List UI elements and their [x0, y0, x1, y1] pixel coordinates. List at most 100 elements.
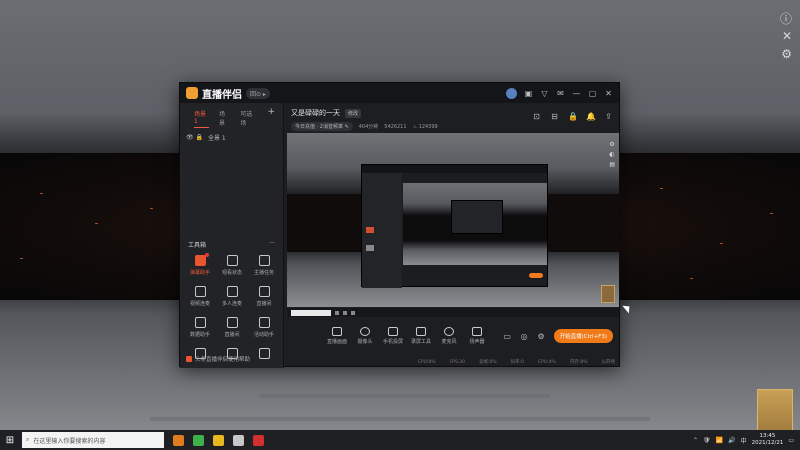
camera-thumbnail[interactable] — [601, 285, 615, 303]
bell-icon[interactable]: 🔔 — [586, 112, 596, 121]
taskbar-app[interactable] — [249, 430, 268, 450]
taskbar-app[interactable] — [229, 430, 248, 450]
toolbox-item[interactable]: 主播任务 — [248, 255, 280, 276]
toolbox-item[interactable]: 弹幕助手 — [184, 253, 216, 276]
shield-icon[interactable]: 🛡 — [703, 437, 711, 444]
taskbar-app[interactable] — [209, 430, 228, 450]
nested-title-bar — [362, 165, 547, 173]
screen-icon[interactable]: ▣ — [524, 89, 533, 98]
taskbar-app[interactable] — [189, 430, 208, 450]
source-icon[interactable] — [351, 310, 355, 315]
notification-icon[interactable]: ▭ — [788, 437, 794, 444]
layout-icon[interactable]: ⊟ — [550, 112, 559, 121]
source-strip — [287, 308, 619, 317]
tool-label: 直播画面 — [326, 339, 347, 345]
tool-icon — [258, 255, 270, 266]
toolbox-title: 工具箱 — [188, 242, 207, 249]
ime-icon[interactable]: 中 — [741, 436, 747, 445]
toolbox-item[interactable]: 活动助手 — [248, 317, 280, 338]
preview-settings-icon[interactable]: ⚙ — [609, 141, 615, 148]
screen-capture-button[interactable]: 直播画面 — [323, 327, 351, 345]
taskbar-search[interactable]: ⌕ 在这里输入你要搜索的内容 — [22, 432, 164, 448]
preview-side-tools: ⚙ ◐ ▤ — [609, 141, 615, 168]
tab-optional-scene[interactable]: 可选场 — [240, 109, 257, 128]
source-icon[interactable] — [335, 310, 339, 315]
spark — [150, 208, 153, 209]
maximize-icon[interactable]: ▢ — [588, 89, 597, 98]
source-input[interactable] — [291, 309, 331, 316]
record-tool-button[interactable]: 录屏工具 — [407, 327, 435, 345]
eye-icon[interactable]: ◎ — [520, 332, 529, 341]
record-icon[interactable]: ▭ — [503, 332, 512, 341]
network-icon[interactable]: 📶 — [716, 437, 723, 444]
visibility-lock-icon[interactable]: 👁 🔒 — [186, 134, 203, 141]
toolbox-item[interactable]: 观看状态 — [216, 255, 248, 276]
status-item: 公开场 — [601, 360, 616, 365]
nested-sidebar — [362, 173, 402, 288]
share-icon[interactable]: ⇪ — [604, 112, 613, 121]
app-icon — [253, 434, 264, 446]
spark — [660, 188, 663, 189]
windows-start-icon[interactable]: ⊞ — [0, 430, 20, 450]
help-icon — [186, 356, 192, 362]
toolbox-item[interactable]: 视频连麦 — [184, 286, 216, 307]
lock-icon[interactable]: 🔒 — [568, 112, 578, 121]
mail-icon[interactable]: ✉ — [556, 89, 565, 98]
nested-inner-window — [451, 200, 503, 234]
tab-scene[interactable]: 场景 — [219, 109, 230, 128]
app-window: 直播伴侣 回⊙ ▸ ▣ ▽ ✉ — ▢ ✕ 场景1 场景 可选场 + 👁 🔒 全… — [179, 82, 620, 368]
toolbox-item[interactable]: 直播间 — [216, 317, 248, 338]
help-link[interactable]: 头条直播伴侣使用帮助 — [186, 355, 250, 363]
preview-layers-icon[interactable]: ▤ — [609, 161, 615, 168]
camera-button[interactable]: 摄像头 — [351, 327, 379, 345]
floating-app-thumbnail[interactable] — [757, 389, 793, 433]
close-window-icon[interactable]: ✕ — [604, 89, 613, 98]
speaker-button[interactable]: 扬声器 — [463, 327, 491, 345]
duration-stat: 404分钟 — [358, 124, 379, 130]
start-live-button[interactable]: 开始直播(Ctrl+F3) — [553, 329, 613, 343]
avatar[interactable] — [506, 87, 517, 99]
settings-icon[interactable]: ⚙ — [781, 47, 792, 61]
live-meta: 今日充值 · 2消音频率 ✎ 404分钟 5426211 ♨ 124399 — [291, 122, 615, 131]
filter-icon[interactable]: ▽ — [540, 89, 549, 98]
volume-icon[interactable]: 🔊 — [728, 437, 735, 444]
gear-icon[interactable]: ⚙ — [537, 332, 546, 341]
stream-preview[interactable]: ⚙ ◐ ▤ — [287, 133, 619, 307]
scene-tabs: 场景1 场景 可选场 + — [180, 103, 283, 128]
toolbox-item[interactable]: 多人连麦 — [216, 286, 248, 307]
spark — [690, 278, 693, 279]
close-icon[interactable]: ✕ — [782, 29, 792, 43]
minimize-icon[interactable]: — — [572, 89, 581, 98]
phone-cast-button[interactable]: 手机投屏 — [379, 327, 407, 345]
microphone-button[interactable]: 麦克风 — [435, 327, 463, 345]
toolbox-item[interactable] — [248, 348, 280, 362]
search-icon: ⌕ — [26, 436, 30, 443]
tab-scene-1[interactable]: 场景1 — [194, 109, 209, 128]
nested-start-button — [529, 273, 543, 278]
info-icon[interactable]: ⓘ — [780, 10, 792, 27]
toolbox-item[interactable]: 直播间 — [248, 286, 280, 307]
preview-contrast-icon[interactable]: ◐ — [609, 151, 615, 158]
toolbox-header: 工具箱 ··· — [188, 240, 275, 249]
tray-chevron-icon[interactable]: ⌃ — [693, 437, 698, 444]
tool-icon — [226, 255, 238, 266]
tool-label: 直播间 — [256, 301, 272, 307]
edit-title-button[interactable]: 修改 — [345, 108, 362, 118]
spark — [20, 258, 23, 259]
nested-tool-icon — [366, 227, 374, 233]
scene-item[interactable]: 👁 🔒 全景 1 — [180, 128, 283, 147]
gift-icon[interactable]: ⊡ — [532, 112, 541, 121]
app-icon — [213, 434, 224, 446]
nested-preview — [403, 183, 547, 265]
source-icon[interactable] — [343, 310, 347, 315]
add-scene-icon[interactable]: + — [267, 108, 275, 128]
search-placeholder: 在这里输入你要搜索的内容 — [33, 437, 106, 445]
clock[interactable]: 13:45 2021/12/21 — [752, 433, 784, 447]
taskbar-app[interactable] — [169, 430, 188, 450]
toolbox-item[interactable]: 数据助手 — [184, 317, 216, 338]
category-pill[interactable]: 今日充值 · 2消音频率 ✎ — [291, 122, 353, 131]
background-detail — [150, 417, 650, 421]
version-badge[interactable]: 回⊙ ▸ — [246, 87, 270, 99]
more-icon[interactable]: ··· — [269, 240, 275, 249]
live-title: 又是碌碌的一天 — [291, 109, 340, 117]
